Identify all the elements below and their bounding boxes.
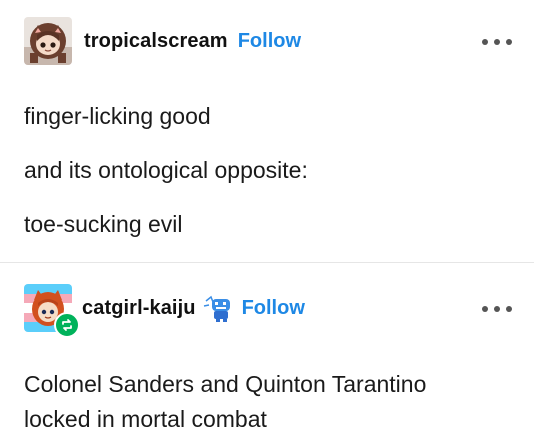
- avatar[interactable]: [24, 284, 80, 338]
- ellipsis-icon[interactable]: [482, 299, 512, 319]
- reblog-icon: [54, 312, 80, 338]
- post-divider: [0, 262, 534, 263]
- username[interactable]: catgirl-kaiju: [82, 297, 196, 320]
- post-header: catgirl-kaiju Follow: [24, 284, 305, 338]
- avatar-image: [24, 17, 72, 65]
- dot: [506, 39, 512, 45]
- post-paragraph: and its ontological opposite:: [24, 157, 308, 183]
- dot: [506, 306, 512, 312]
- post-paragraph: toe-sucking evil: [24, 211, 183, 237]
- dot: [482, 306, 488, 312]
- post-paragraph: Colonel Sanders and Quinton Tarantino: [24, 371, 427, 397]
- username[interactable]: tropicalscream: [84, 30, 228, 53]
- dot: [482, 39, 488, 45]
- post-paragraph: locked in mortal combat: [24, 406, 267, 432]
- dot: [494, 39, 500, 45]
- blue-monster-badge-icon: [202, 293, 236, 323]
- follow-button[interactable]: Follow: [242, 297, 305, 320]
- dot: [494, 306, 500, 312]
- post-tropicalscream: tropicalscream Follow finger-licking goo…: [0, 0, 534, 262]
- avatar[interactable]: [24, 17, 72, 65]
- ellipsis-icon[interactable]: [482, 32, 512, 52]
- post-paragraph: finger-licking good: [24, 103, 211, 129]
- follow-button[interactable]: Follow: [238, 30, 301, 53]
- post-header: tropicalscream Follow: [24, 17, 301, 65]
- post-catgirl-kaiju: catgirl-kaiju Follow Colonel Sanders and…: [0, 264, 534, 432]
